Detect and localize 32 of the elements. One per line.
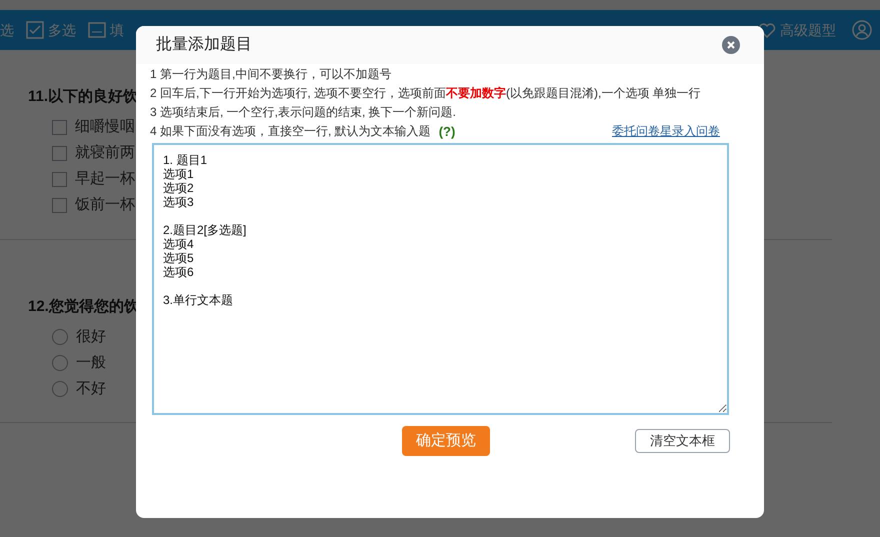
- option-label: 很好: [76, 326, 106, 347]
- help-link[interactable]: (?): [438, 122, 456, 141]
- option-label: 早起一杯: [75, 169, 135, 190]
- checkbox[interactable]: [52, 120, 67, 135]
- checkbox-icon: [26, 21, 44, 39]
- option-label: 一般: [76, 352, 106, 373]
- text-box-icon: [88, 22, 106, 38]
- dialog-title: 批量添加题目: [156, 34, 252, 55]
- delegate-link[interactable]: 委托问卷星录入问卷: [612, 122, 720, 141]
- radio-button[interactable]: [52, 355, 68, 371]
- radio-button[interactable]: [52, 329, 68, 345]
- user-icon: [852, 20, 872, 40]
- toolbar-item[interactable]: 高级题型: [754, 20, 840, 40]
- radio-button[interactable]: [52, 381, 68, 397]
- checkbox[interactable]: [52, 198, 67, 213]
- instruction-text: 3 选项结束后, 一个空行,表示问题的结束, 换下一个新问题.: [150, 104, 456, 121]
- option-label: 不好: [76, 378, 106, 399]
- option-label: 就寝前两: [75, 143, 135, 164]
- instruction-text: 2 回车后,下一行开始为选项行, 选项不要空行，选项前面不要加数字(以免跟题目混淆),一个选项 单独一行: [150, 85, 701, 102]
- toolbar-item[interactable]: 选: [0, 20, 18, 40]
- batch-input-field[interactable]: 1. 题目1 选项1 选项2 选项3 2.题目2[多选题] 选项4 选项5 选项6 3.单行文本题: [152, 143, 729, 415]
- toolbar-item[interactable]: 多选: [22, 20, 80, 40]
- instruction-text: 1 第一行为题目,中间不要换行，可以不加题号: [150, 66, 392, 83]
- checkbox[interactable]: [52, 146, 67, 161]
- clear-textbox-button[interactable]: 清空文本框: [635, 429, 730, 453]
- option-label: 饭前一杯: [75, 195, 135, 216]
- close-icon[interactable]: [722, 36, 740, 54]
- option-label: 细嚼慢咽: [75, 117, 135, 138]
- toolbar-item[interactable]: 填: [84, 20, 128, 40]
- checkbox[interactable]: [52, 172, 67, 187]
- instruction-text: 4 如果下面没有选项，直接空一行, 默认为文本输入题: [150, 123, 431, 140]
- confirm-preview-button[interactable]: 确定预览: [402, 426, 490, 456]
